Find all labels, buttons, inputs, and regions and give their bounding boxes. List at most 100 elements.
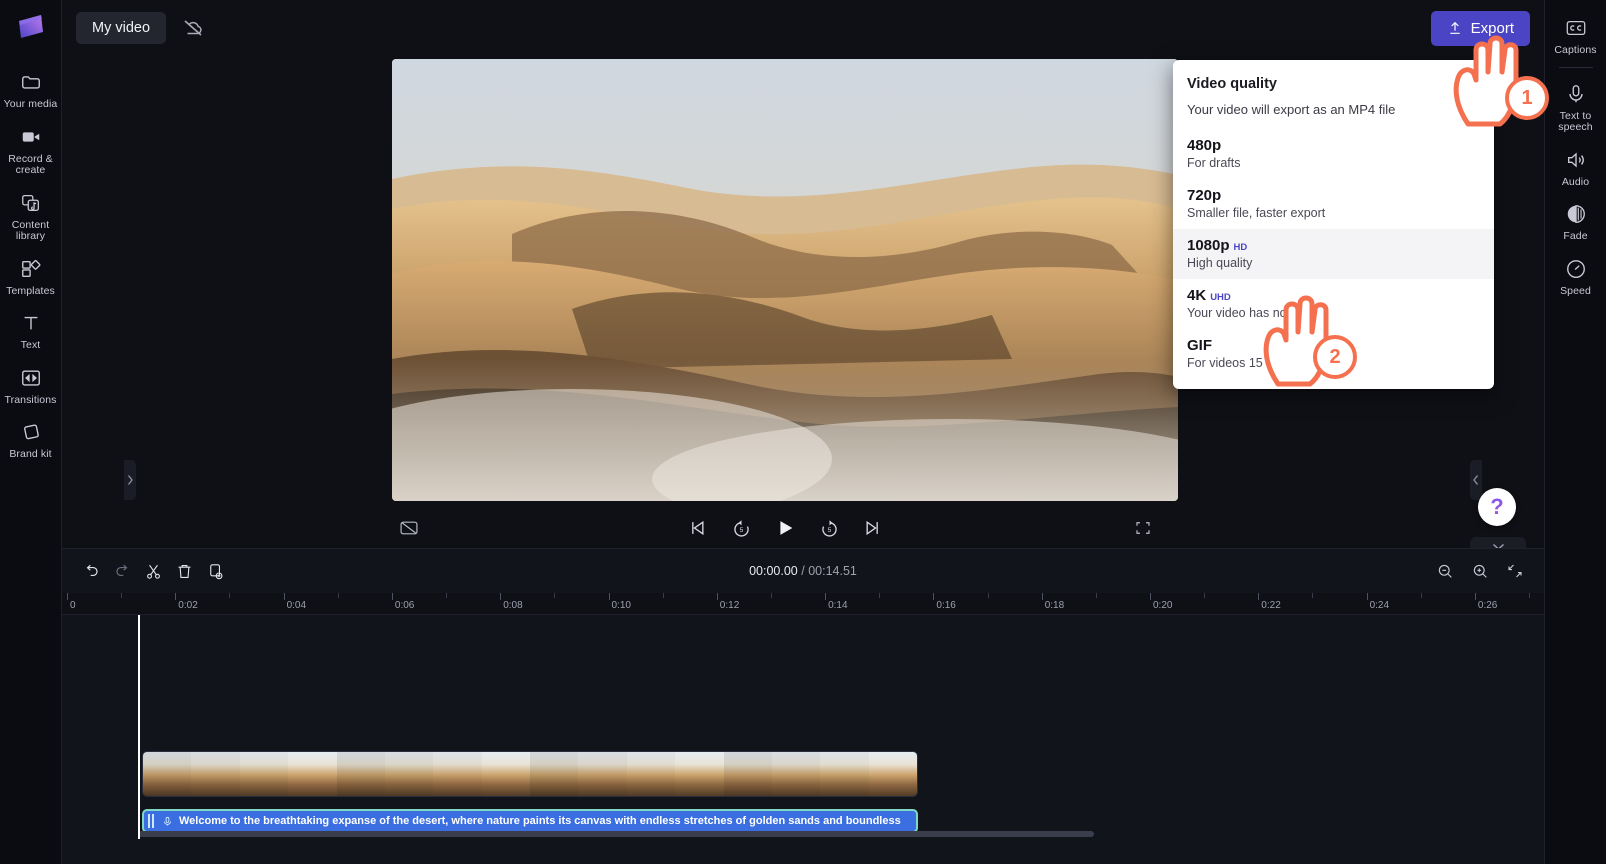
clip-thumbnail xyxy=(384,752,434,796)
timeline-tracks[interactable]: Welcome to the breathtaking expanse of t… xyxy=(62,615,1544,839)
fullscreen-icon[interactable] xyxy=(1126,511,1160,545)
ruler-tick xyxy=(391,593,393,600)
collapse-left-panel-button[interactable] xyxy=(124,460,136,500)
playhead[interactable] xyxy=(138,615,140,839)
redo-button[interactable] xyxy=(107,556,138,587)
skip-to-start-button[interactable] xyxy=(680,511,714,545)
clip-thumbnail xyxy=(723,752,772,796)
right-item-speed[interactable]: Speed xyxy=(1545,249,1606,304)
sidebar-label: Brand kit xyxy=(9,448,52,460)
sidebar-item-your-media[interactable]: Your media xyxy=(0,62,62,117)
timeline-toolbar: 00:00.00 / 00:14.51 xyxy=(62,549,1544,593)
export-option-1080p[interactable]: 1080p HD High quality xyxy=(1173,229,1494,279)
content-library-icon xyxy=(19,191,43,215)
right-item-fade[interactable]: Fade xyxy=(1545,194,1606,249)
fit-to-screen-icon[interactable] xyxy=(1499,556,1530,587)
ruler-tick xyxy=(1150,593,1151,600)
right-item-label: Fade xyxy=(1563,230,1588,242)
export-option-480p[interactable]: 480p For drafts xyxy=(1173,129,1494,179)
ruler-tick-label: 0:08 xyxy=(503,600,523,611)
sidebar-label: Content library xyxy=(11,218,50,242)
templates-icon xyxy=(19,257,43,281)
timeline-caption-clip[interactable]: Welcome to the breathtaking expanse of t… xyxy=(142,809,918,833)
sidebar-item-transitions[interactable]: Transitions xyxy=(0,358,62,413)
clip-left-handle[interactable] xyxy=(148,814,156,828)
split-button[interactable] xyxy=(138,556,169,587)
option-name: 720p xyxy=(1187,187,1222,204)
sidebar-item-record-create[interactable]: Record & create xyxy=(0,117,62,183)
ruler-minor-tick xyxy=(1529,593,1531,598)
ruler-tick-label: 0:02 xyxy=(178,600,198,611)
ruler-tick-label: 0:22 xyxy=(1261,600,1281,611)
option-desc: For drafts xyxy=(1187,156,1241,170)
skip-to-end-button[interactable] xyxy=(856,511,890,545)
timeline-horizontal-scrollbar[interactable] xyxy=(138,831,1094,837)
right-item-label: Captions xyxy=(1554,44,1597,56)
project-title-input[interactable]: My video xyxy=(76,12,167,44)
zoom-in-icon[interactable] xyxy=(1464,556,1495,587)
ruler-minor-tick xyxy=(662,593,664,598)
caption-clip-text: Welcome to the breathtaking expanse of t… xyxy=(179,815,901,827)
transport-controls: 5 5 xyxy=(392,511,1178,545)
ruler-tick xyxy=(1041,593,1043,600)
ruler-minor-tick xyxy=(121,593,123,598)
timeline-video-clip[interactable] xyxy=(142,751,918,797)
transitions-icon xyxy=(19,366,43,390)
delete-button[interactable] xyxy=(169,556,200,587)
ruler-minor-tick xyxy=(1420,593,1422,598)
audio-speaker-icon xyxy=(1564,148,1588,172)
ruler-tick-label: 0:10 xyxy=(611,600,631,611)
duplicate-button[interactable] xyxy=(200,556,231,587)
clip-thumbnail xyxy=(336,752,385,796)
zoom-out-icon[interactable] xyxy=(1429,556,1460,587)
ruler-tick-label: 0:06 xyxy=(394,600,415,611)
option-desc: High quality xyxy=(1187,256,1253,270)
video-camera-icon xyxy=(19,125,43,149)
rewind-5-seconds-button[interactable]: 5 xyxy=(724,511,758,545)
ruler-tick-label: 0:18 xyxy=(1044,600,1065,611)
ruler-tick xyxy=(608,593,610,600)
timeline-ruler[interactable]: 0 0:02 0:04 0:06 0:08 0:10 0:12 0:14 0:16 0:18 0:2… xyxy=(62,593,1544,615)
sidebar-item-brand-kit[interactable]: Brand kit xyxy=(0,412,62,467)
ruler-minor-tick xyxy=(229,593,231,598)
left-sidebar: Your media Record & create Content libra… xyxy=(0,0,62,864)
clip-thumbnail xyxy=(143,752,192,796)
clip-thumbnail xyxy=(820,752,869,796)
export-menu-title: Video quality xyxy=(1187,76,1277,92)
sidebar-item-text[interactable]: Text xyxy=(0,303,62,358)
right-item-text-to-speech[interactable]: Text to speech xyxy=(1545,74,1606,140)
right-item-captions[interactable]: Captions xyxy=(1545,8,1606,63)
export-option-720p[interactable]: 720p Smaller file, faster export xyxy=(1173,179,1494,229)
clipchamp-logo[interactable] xyxy=(14,10,48,44)
clip-thumbnail xyxy=(868,752,917,796)
export-option-4k[interactable]: 4K UHD Your video has no xyxy=(1173,279,1494,329)
sidebar-item-templates[interactable]: Templates xyxy=(0,249,62,304)
forward-5-seconds-button[interactable]: 5 xyxy=(812,511,846,545)
export-menu-subtitle: Your video will export as an MP4 file xyxy=(1187,102,1396,117)
option-name: 1080p xyxy=(1187,237,1230,254)
clip-thumbnail xyxy=(191,752,240,796)
export-button[interactable]: Export xyxy=(1430,10,1530,46)
upload-arrow-icon xyxy=(1447,20,1463,36)
svg-text:5: 5 xyxy=(827,527,831,534)
ruler-tick xyxy=(67,593,68,600)
text-icon xyxy=(19,311,43,335)
timeline-time-display: 00:00.00 / 00:14.51 xyxy=(62,564,1544,578)
captions-cc-icon xyxy=(1564,16,1588,40)
timeline-panel: 00:00.00 / 00:14.51 0 0:02 0:04 0:06 0:0… xyxy=(62,548,1544,864)
sidebar-item-content-library[interactable]: Content library xyxy=(0,183,62,249)
undo-button[interactable] xyxy=(76,556,107,587)
right-item-audio[interactable]: Audio xyxy=(1545,140,1606,195)
uhd-badge: UHD xyxy=(1210,292,1231,303)
ruler-minor-tick xyxy=(770,593,772,598)
video-preview[interactable] xyxy=(392,59,1178,501)
ruler-tick xyxy=(1258,593,1260,600)
current-time: 00:00.00 xyxy=(749,564,798,578)
play-button[interactable] xyxy=(768,511,802,545)
ruler-tick xyxy=(716,593,718,600)
cloud-off-icon[interactable] xyxy=(180,15,206,41)
sidebar-label: Templates xyxy=(6,284,55,297)
help-button[interactable]: ? xyxy=(1478,488,1516,526)
total-time: 00:14.51 xyxy=(808,564,857,578)
collapse-right-panel-button[interactable] xyxy=(1470,460,1482,500)
